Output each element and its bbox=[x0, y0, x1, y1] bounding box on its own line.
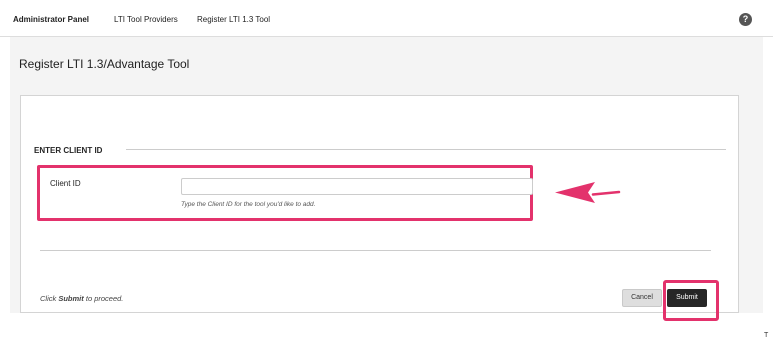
breadcrumb-register-lti-tool: Register LTI 1.3 Tool bbox=[197, 15, 271, 24]
client-id-input[interactable] bbox=[181, 178, 533, 195]
main-content: Register LTI 1.3/Advantage Tool ENTER CL… bbox=[10, 37, 763, 321]
arrow-left-icon bbox=[555, 182, 621, 203]
breadcrumb-lti-tool-providers[interactable]: LTI Tool Providers bbox=[114, 15, 178, 24]
top-navigation-bar: Administrator Panel LTI Tool Providers R… bbox=[0, 0, 773, 37]
proceed-instruction: Click Submit to proceed. bbox=[40, 294, 123, 303]
proceed-strong: Submit bbox=[58, 294, 84, 303]
section-divider bbox=[126, 149, 726, 150]
proceed-suffix: to proceed. bbox=[85, 294, 124, 303]
section-heading: ENTER CLIENT ID bbox=[34, 146, 103, 155]
help-icon[interactable]: ? bbox=[739, 13, 752, 26]
client-id-hint: Type the Client ID for the tool you'd li… bbox=[181, 201, 316, 208]
submit-button[interactable]: Submit bbox=[667, 289, 707, 307]
client-id-label: Client ID bbox=[50, 179, 81, 188]
breadcrumb-administrator-panel[interactable]: Administrator Panel bbox=[13, 15, 89, 24]
corner-text: T bbox=[764, 332, 769, 339]
client-id-form-panel: ENTER CLIENT ID Client ID Type the Clien… bbox=[20, 95, 739, 321]
proceed-prefix: Click bbox=[40, 294, 57, 303]
cancel-button[interactable]: Cancel bbox=[622, 289, 662, 307]
page-title: Register LTI 1.3/Advantage Tool bbox=[19, 57, 190, 71]
form-divider bbox=[40, 250, 711, 251]
